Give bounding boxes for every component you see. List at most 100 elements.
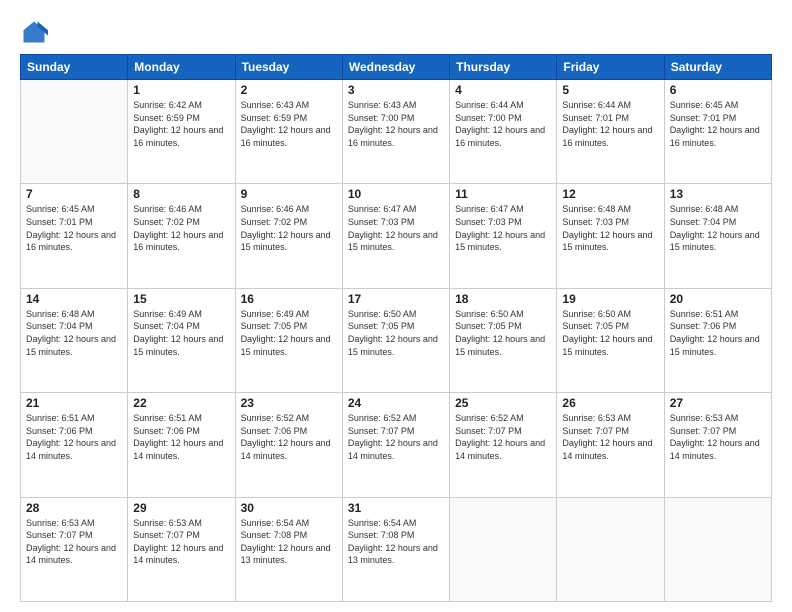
day-number: 7 [26, 187, 122, 201]
calendar-cell: 22 Sunrise: 6:51 AMSunset: 7:06 PMDaylig… [128, 393, 235, 497]
calendar-cell: 30 Sunrise: 6:54 AMSunset: 7:08 PMDaylig… [235, 497, 342, 601]
cell-info: Sunrise: 6:52 AMSunset: 7:07 PMDaylight:… [455, 413, 545, 461]
day-number: 8 [133, 187, 229, 201]
day-number: 19 [562, 292, 658, 306]
calendar-cell: 6 Sunrise: 6:45 AMSunset: 7:01 PMDayligh… [664, 80, 771, 184]
day-number: 20 [670, 292, 766, 306]
cell-info: Sunrise: 6:46 AMSunset: 7:02 PMDaylight:… [133, 204, 223, 252]
logo [20, 18, 52, 46]
cell-info: Sunrise: 6:49 AMSunset: 7:04 PMDaylight:… [133, 309, 223, 357]
weekday-header-friday: Friday [557, 55, 664, 80]
cell-info: Sunrise: 6:52 AMSunset: 7:06 PMDaylight:… [241, 413, 331, 461]
cell-info: Sunrise: 6:43 AMSunset: 6:59 PMDaylight:… [241, 100, 331, 148]
calendar-cell [450, 497, 557, 601]
calendar-cell: 7 Sunrise: 6:45 AMSunset: 7:01 PMDayligh… [21, 184, 128, 288]
week-row-3: 21 Sunrise: 6:51 AMSunset: 7:06 PMDaylig… [21, 393, 772, 497]
cell-info: Sunrise: 6:45 AMSunset: 7:01 PMDaylight:… [26, 204, 116, 252]
week-row-4: 28 Sunrise: 6:53 AMSunset: 7:07 PMDaylig… [21, 497, 772, 601]
day-number: 9 [241, 187, 337, 201]
calendar-cell: 21 Sunrise: 6:51 AMSunset: 7:06 PMDaylig… [21, 393, 128, 497]
day-number: 29 [133, 501, 229, 515]
day-number: 2 [241, 83, 337, 97]
calendar-table: SundayMondayTuesdayWednesdayThursdayFrid… [20, 54, 772, 602]
cell-info: Sunrise: 6:48 AMSunset: 7:04 PMDaylight:… [26, 309, 116, 357]
header [20, 18, 772, 46]
day-number: 1 [133, 83, 229, 97]
calendar-cell: 18 Sunrise: 6:50 AMSunset: 7:05 PMDaylig… [450, 288, 557, 392]
calendar-cell: 3 Sunrise: 6:43 AMSunset: 7:00 PMDayligh… [342, 80, 449, 184]
day-number: 22 [133, 396, 229, 410]
weekday-header-thursday: Thursday [450, 55, 557, 80]
cell-info: Sunrise: 6:53 AMSunset: 7:07 PMDaylight:… [26, 518, 116, 566]
cell-info: Sunrise: 6:43 AMSunset: 7:00 PMDaylight:… [348, 100, 438, 148]
calendar-cell: 24 Sunrise: 6:52 AMSunset: 7:07 PMDaylig… [342, 393, 449, 497]
day-number: 17 [348, 292, 444, 306]
calendar-cell: 19 Sunrise: 6:50 AMSunset: 7:05 PMDaylig… [557, 288, 664, 392]
cell-info: Sunrise: 6:50 AMSunset: 7:05 PMDaylight:… [348, 309, 438, 357]
day-number: 28 [26, 501, 122, 515]
day-number: 14 [26, 292, 122, 306]
cell-info: Sunrise: 6:54 AMSunset: 7:08 PMDaylight:… [241, 518, 331, 566]
day-number: 30 [241, 501, 337, 515]
calendar-cell: 1 Sunrise: 6:42 AMSunset: 6:59 PMDayligh… [128, 80, 235, 184]
calendar-cell: 26 Sunrise: 6:53 AMSunset: 7:07 PMDaylig… [557, 393, 664, 497]
cell-info: Sunrise: 6:49 AMSunset: 7:05 PMDaylight:… [241, 309, 331, 357]
weekday-header-monday: Monday [128, 55, 235, 80]
day-number: 16 [241, 292, 337, 306]
week-row-0: 1 Sunrise: 6:42 AMSunset: 6:59 PMDayligh… [21, 80, 772, 184]
calendar-cell: 31 Sunrise: 6:54 AMSunset: 7:08 PMDaylig… [342, 497, 449, 601]
calendar-cell: 15 Sunrise: 6:49 AMSunset: 7:04 PMDaylig… [128, 288, 235, 392]
cell-info: Sunrise: 6:51 AMSunset: 7:06 PMDaylight:… [670, 309, 760, 357]
calendar-cell: 28 Sunrise: 6:53 AMSunset: 7:07 PMDaylig… [21, 497, 128, 601]
cell-info: Sunrise: 6:42 AMSunset: 6:59 PMDaylight:… [133, 100, 223, 148]
calendar-cell: 8 Sunrise: 6:46 AMSunset: 7:02 PMDayligh… [128, 184, 235, 288]
cell-info: Sunrise: 6:52 AMSunset: 7:07 PMDaylight:… [348, 413, 438, 461]
day-number: 25 [455, 396, 551, 410]
calendar-cell: 5 Sunrise: 6:44 AMSunset: 7:01 PMDayligh… [557, 80, 664, 184]
cell-info: Sunrise: 6:47 AMSunset: 7:03 PMDaylight:… [455, 204, 545, 252]
calendar-cell: 9 Sunrise: 6:46 AMSunset: 7:02 PMDayligh… [235, 184, 342, 288]
calendar-cell: 2 Sunrise: 6:43 AMSunset: 6:59 PMDayligh… [235, 80, 342, 184]
weekday-header-saturday: Saturday [664, 55, 771, 80]
day-number: 12 [562, 187, 658, 201]
calendar-cell: 16 Sunrise: 6:49 AMSunset: 7:05 PMDaylig… [235, 288, 342, 392]
week-row-1: 7 Sunrise: 6:45 AMSunset: 7:01 PMDayligh… [21, 184, 772, 288]
day-number: 13 [670, 187, 766, 201]
cell-info: Sunrise: 6:47 AMSunset: 7:03 PMDaylight:… [348, 204, 438, 252]
day-number: 26 [562, 396, 658, 410]
calendar-cell: 10 Sunrise: 6:47 AMSunset: 7:03 PMDaylig… [342, 184, 449, 288]
weekday-header-row: SundayMondayTuesdayWednesdayThursdayFrid… [21, 55, 772, 80]
day-number: 23 [241, 396, 337, 410]
day-number: 18 [455, 292, 551, 306]
cell-info: Sunrise: 6:46 AMSunset: 7:02 PMDaylight:… [241, 204, 331, 252]
cell-info: Sunrise: 6:51 AMSunset: 7:06 PMDaylight:… [133, 413, 223, 461]
day-number: 4 [455, 83, 551, 97]
calendar-cell: 4 Sunrise: 6:44 AMSunset: 7:00 PMDayligh… [450, 80, 557, 184]
weekday-header-wednesday: Wednesday [342, 55, 449, 80]
cell-info: Sunrise: 6:44 AMSunset: 7:00 PMDaylight:… [455, 100, 545, 148]
cell-info: Sunrise: 6:53 AMSunset: 7:07 PMDaylight:… [562, 413, 652, 461]
day-number: 24 [348, 396, 444, 410]
week-row-2: 14 Sunrise: 6:48 AMSunset: 7:04 PMDaylig… [21, 288, 772, 392]
day-number: 31 [348, 501, 444, 515]
calendar-cell: 11 Sunrise: 6:47 AMSunset: 7:03 PMDaylig… [450, 184, 557, 288]
cell-info: Sunrise: 6:50 AMSunset: 7:05 PMDaylight:… [562, 309, 652, 357]
day-number: 15 [133, 292, 229, 306]
cell-info: Sunrise: 6:48 AMSunset: 7:03 PMDaylight:… [562, 204, 652, 252]
calendar-cell: 23 Sunrise: 6:52 AMSunset: 7:06 PMDaylig… [235, 393, 342, 497]
cell-info: Sunrise: 6:50 AMSunset: 7:05 PMDaylight:… [455, 309, 545, 357]
calendar-cell: 29 Sunrise: 6:53 AMSunset: 7:07 PMDaylig… [128, 497, 235, 601]
cell-info: Sunrise: 6:48 AMSunset: 7:04 PMDaylight:… [670, 204, 760, 252]
cell-info: Sunrise: 6:44 AMSunset: 7:01 PMDaylight:… [562, 100, 652, 148]
calendar-cell: 13 Sunrise: 6:48 AMSunset: 7:04 PMDaylig… [664, 184, 771, 288]
day-number: 21 [26, 396, 122, 410]
day-number: 3 [348, 83, 444, 97]
day-number: 27 [670, 396, 766, 410]
weekday-header-tuesday: Tuesday [235, 55, 342, 80]
day-number: 6 [670, 83, 766, 97]
calendar-cell [557, 497, 664, 601]
page: SundayMondayTuesdayWednesdayThursdayFrid… [0, 0, 792, 612]
cell-info: Sunrise: 6:53 AMSunset: 7:07 PMDaylight:… [133, 518, 223, 566]
calendar-cell [664, 497, 771, 601]
day-number: 11 [455, 187, 551, 201]
